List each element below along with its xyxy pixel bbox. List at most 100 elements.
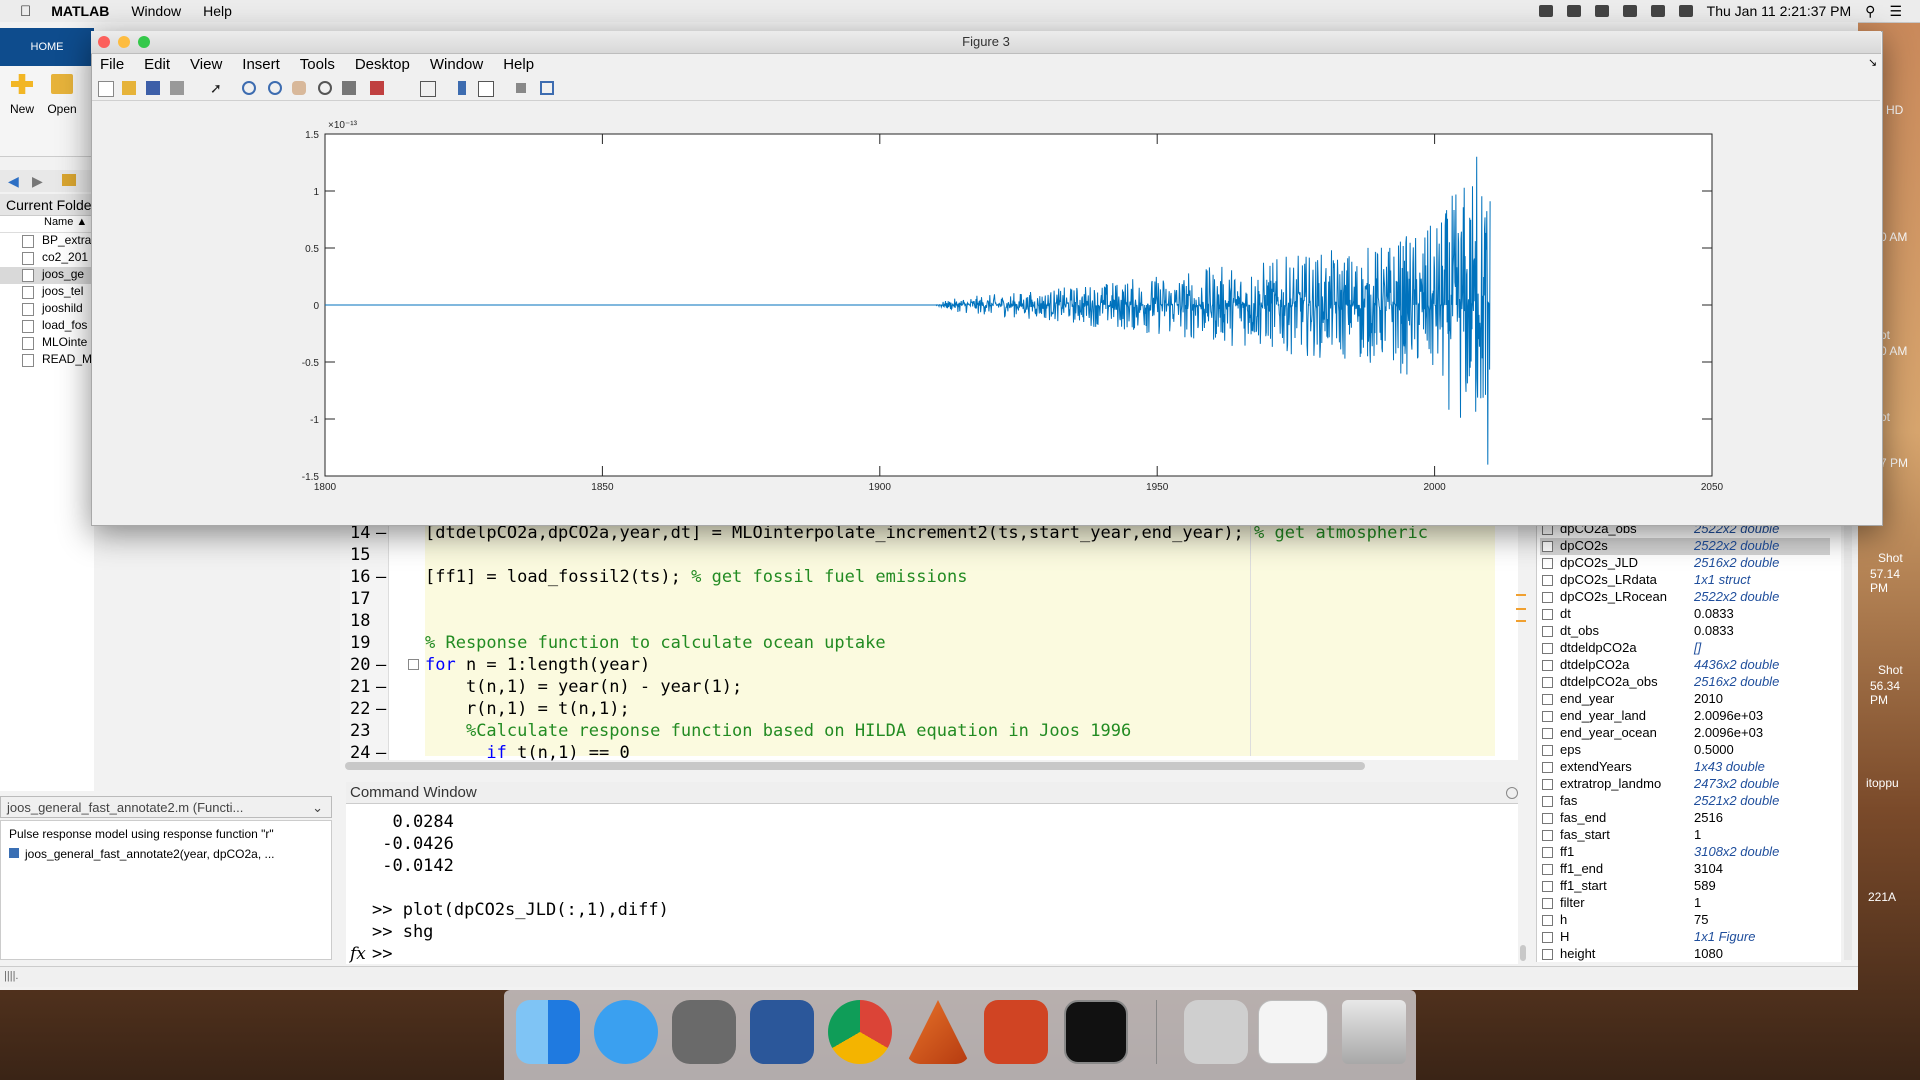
pointer-icon[interactable]: ➚ <box>210 81 224 95</box>
code-line[interactable]: %Calculate response function based on HI… <box>425 721 1131 741</box>
workspace-variable[interactable]: h 75 <box>1540 912 1830 929</box>
colorbar-icon[interactable] <box>458 81 466 95</box>
breakpoint-dash[interactable]: – <box>376 655 390 675</box>
breakpoint-dash[interactable]: – <box>376 567 390 587</box>
workspace-variable[interactable]: dpCO2s 2522x2 double <box>1540 538 1830 555</box>
back-icon[interactable]: ◀ <box>8 173 19 190</box>
legend-icon[interactable] <box>478 81 494 97</box>
messages-icon[interactable] <box>594 1000 658 1064</box>
clock[interactable]: Thu Jan 11 2:21:37 PM <box>1707 3 1852 19</box>
workspace-variable[interactable]: dt 0.0833 <box>1540 606 1830 623</box>
apple-icon[interactable]:  <box>20 3 31 20</box>
search-icon[interactable]: ⚲ <box>1865 3 1875 20</box>
warning-marker[interactable] <box>1516 608 1526 610</box>
code-line[interactable]: if t(n,1) == 0 <box>425 743 629 763</box>
workspace-variable[interactable]: dt_obs 0.0833 <box>1540 623 1830 640</box>
show-plot-tools-icon[interactable] <box>540 81 554 95</box>
editor-scrollbar[interactable] <box>345 762 1365 770</box>
breakpoint-dash[interactable]: – <box>376 699 390 719</box>
minimize-button[interactable] <box>118 36 130 48</box>
save-icon[interactable] <box>146 81 160 95</box>
trash-icon[interactable] <box>1342 1000 1406 1064</box>
chrome-icon[interactable] <box>828 1000 892 1064</box>
figure-menu-insert[interactable]: Insert <box>242 56 292 73</box>
workspace-variable[interactable]: height 1080 <box>1540 946 1830 963</box>
zoom-in-icon[interactable] <box>242 81 256 95</box>
breakpoint-dash[interactable]: – <box>376 677 390 697</box>
file-item[interactable]: jooshild <box>0 301 94 318</box>
tab-home[interactable]: HOME <box>0 28 94 66</box>
breakpoint-dash[interactable]: – <box>376 743 390 763</box>
workspace-variable[interactable]: fas 2521x2 double <box>1540 793 1830 810</box>
workspace-variable[interactable]: fas_end 2516 <box>1540 810 1830 827</box>
brush-icon[interactable] <box>370 81 384 95</box>
file-item[interactable]: joos_ge <box>0 267 94 284</box>
workspace-variable[interactable]: extendYears 1x43 double <box>1540 759 1830 776</box>
up-folder-icon[interactable] <box>62 174 76 186</box>
file-item[interactable]: joos_tel <box>0 284 94 301</box>
menu-app[interactable]: MATLAB <box>51 3 109 19</box>
fold-toggle-icon[interactable] <box>408 659 419 670</box>
word-icon[interactable] <box>750 1000 814 1064</box>
command-window[interactable] <box>346 804 1518 964</box>
chrome-window-icon[interactable] <box>1258 1000 1328 1064</box>
workspace-variable[interactable]: end_year_ocean 2.0096e+03 <box>1540 725 1830 742</box>
command-scrollbar[interactable] <box>1520 945 1526 961</box>
workspace-variable[interactable]: extratrop_landmo 2473x2 double <box>1540 776 1830 793</box>
dropbox-icon[interactable] <box>1566 5 1581 17</box>
figure-menu-tools[interactable]: Tools <box>300 56 347 73</box>
open-button[interactable]: Open <box>42 74 82 116</box>
workspace-variable[interactable]: dtdelpCO2a 4436x2 double <box>1540 657 1830 674</box>
file-item[interactable]: load_fos <box>0 318 94 335</box>
name-column-header[interactable]: Name ▲ <box>0 216 94 233</box>
workspace-variable[interactable]: filter 1 <box>1540 895 1830 912</box>
menu-window[interactable]: Window <box>131 3 181 19</box>
code-line[interactable]: t(n,1) = year(n) - year(1); <box>425 677 742 697</box>
code-line[interactable]: [dtdelpCO2a,dpCO2a,year,dt] = MLOinterpo… <box>425 523 1428 543</box>
new-figure-icon[interactable] <box>98 81 114 97</box>
code-line[interactable]: for n = 1:length(year) <box>425 655 650 675</box>
workspace-variable[interactable]: ff1 3108x2 double <box>1540 844 1830 861</box>
details-selector[interactable]: joos_general_fast_annotate2.m (Functi...… <box>0 796 332 818</box>
figure-menu-window[interactable]: Window <box>430 56 495 73</box>
notification-center-icon[interactable]: ☰ <box>1889 3 1902 20</box>
figure-menu-edit[interactable]: Edit <box>144 56 182 73</box>
zoom-out-icon[interactable] <box>268 81 282 95</box>
workspace-variable[interactable]: ff1_end 3104 <box>1540 861 1830 878</box>
figure-menu-help[interactable]: Help <box>503 56 546 73</box>
chevron-down-icon[interactable]: ⌄ <box>312 797 323 819</box>
close-button[interactable] <box>98 36 110 48</box>
file-item[interactable]: MLOinte <box>0 335 94 352</box>
code-line[interactable]: % Response function to calculate ocean u… <box>425 633 886 653</box>
file-item[interactable]: co2_201 <box>0 250 94 267</box>
dock-figure-icon[interactable]: ↘ <box>1868 56 1877 69</box>
code-line[interactable]: r(n,1) = t(n,1); <box>425 699 630 719</box>
fx-icon[interactable]: fx <box>350 944 366 964</box>
workspace-variable[interactable]: eps 0.5000 <box>1540 742 1830 759</box>
shield-icon[interactable] <box>1622 5 1637 17</box>
command-prompt[interactable]: >> <box>372 944 392 964</box>
workspace-variable[interactable]: fas_start 1 <box>1540 827 1830 844</box>
workspace-variable[interactable]: H 1x1 Figure <box>1540 929 1830 946</box>
file-item[interactable]: BP_extra <box>0 233 94 250</box>
panel-menu-icon[interactable] <box>1506 787 1518 799</box>
bluetooth-icon[interactable] <box>1650 5 1665 17</box>
forward-icon[interactable]: ▶ <box>32 173 43 190</box>
plot-area[interactable]: 1800 1850 1900 1950 2000 2050 1.5 1 0.5 0 -0.5 -1 -1… <box>92 101 1880 523</box>
preview-icon[interactable] <box>1184 1000 1248 1064</box>
figure-menu-desktop[interactable]: Desktop <box>355 56 422 73</box>
new-button[interactable]: New <box>2 74 42 116</box>
powerpoint-icon[interactable] <box>984 1000 1048 1064</box>
rotate-icon[interactable] <box>318 81 332 95</box>
warning-marker[interactable] <box>1516 594 1526 596</box>
workspace-variable[interactable]: dpCO2s_JLD 2516x2 double <box>1540 555 1830 572</box>
workspace-variable[interactable]: dpCO2s_LRocean 2522x2 double <box>1540 589 1830 606</box>
finder-icon[interactable] <box>516 1000 580 1064</box>
breakpoint-dash[interactable]: – <box>376 523 390 543</box>
workspace-variable[interactable]: end_year_land 2.0096e+03 <box>1540 708 1830 725</box>
link-plot-icon[interactable] <box>420 81 436 97</box>
warning-marker[interactable] <box>1516 620 1526 622</box>
workspace-variable[interactable]: dtdeldpCO2a [] <box>1540 640 1830 657</box>
zoom-button[interactable] <box>138 36 150 48</box>
figure-menu-file[interactable]: File <box>100 56 136 73</box>
